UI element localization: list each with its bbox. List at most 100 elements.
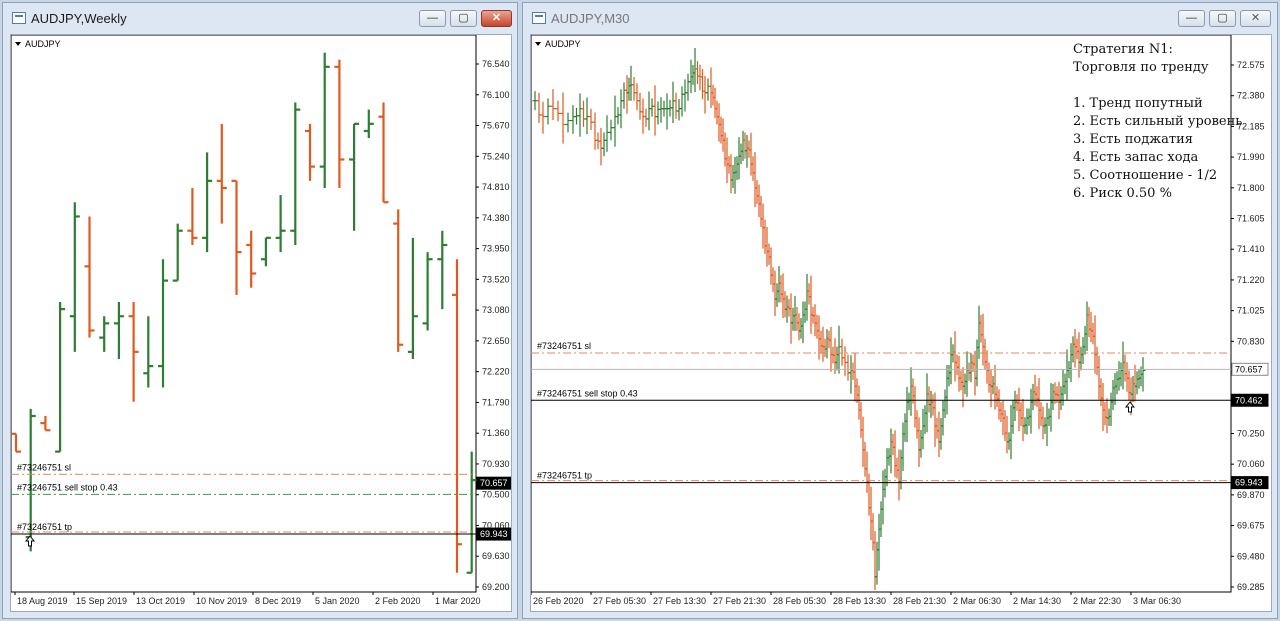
chart-area[interactable]: AUDJPY 76.540 76.100 75.670 75.240 74.810 74.3… bbox=[10, 34, 512, 612]
ohlc-bar bbox=[143, 316, 154, 388]
y-tick-label: 72.220 bbox=[482, 367, 510, 377]
y-tick-label: 70.500 bbox=[482, 490, 510, 500]
ohlc-bar bbox=[658, 97, 664, 123]
restore-button[interactable]: ▢ bbox=[450, 10, 477, 27]
x-tick-label: 27 Feb 21:30 bbox=[713, 596, 766, 606]
chart-window-icon bbox=[532, 12, 546, 24]
y-tick-label: 70.060 bbox=[1237, 459, 1265, 469]
y-tick-label: 69.200 bbox=[482, 582, 510, 592]
x-tick-label: 2 Mar 14:30 bbox=[1013, 596, 1061, 606]
ohlc-bar bbox=[652, 85, 658, 136]
x-tick-label: 28 Feb 21:30 bbox=[893, 596, 946, 606]
window-title: AUDJPY,Weekly bbox=[31, 11, 127, 26]
ohlc-bar bbox=[536, 92, 542, 123]
ohlc-bar bbox=[685, 73, 691, 101]
ohlc-bar bbox=[555, 100, 561, 122]
ohlc-bar bbox=[407, 237, 418, 359]
m30-chart-window[interactable]: AUDJPY,M30 — ▢ ✕ AUDJPY 72.575 72.380 72.18… bbox=[522, 2, 1278, 619]
window-title: AUDJPY,M30 bbox=[551, 11, 630, 26]
strategy-note-line: 5. Соотношение - 1/2 bbox=[1073, 168, 1218, 183]
chart-symbol-label: AUDJPY bbox=[545, 39, 581, 49]
x-tick-label: 26 Feb 2020 bbox=[533, 596, 584, 606]
ohlc-bar bbox=[334, 59, 345, 188]
window-titlebar[interactable]: AUDJPY,Weekly — ▢ ✕ bbox=[3, 3, 517, 33]
price-tag-label: 69.943 bbox=[1235, 478, 1263, 488]
close-button[interactable]: ✕ bbox=[481, 10, 512, 27]
window-titlebar[interactable]: AUDJPY,M30 — ▢ ✕ bbox=[523, 3, 1277, 33]
ohlc-bar bbox=[545, 98, 551, 125]
strategy-note-line: 4. Есть запас хода bbox=[1073, 150, 1199, 165]
y-tick-label: 70.930 bbox=[482, 459, 510, 469]
y-tick-label: 70.250 bbox=[1237, 428, 1265, 438]
ohlc-bar bbox=[40, 415, 51, 432]
ohlc-bar bbox=[55, 301, 66, 453]
x-tick-label: 18 Aug 2019 bbox=[17, 596, 68, 606]
y-tick-label: 73.520 bbox=[482, 274, 510, 284]
chart-window-icon bbox=[12, 12, 26, 24]
close-button[interactable]: ✕ bbox=[1240, 10, 1271, 27]
ohlc-bar bbox=[422, 252, 433, 331]
ohlc-bar bbox=[113, 301, 124, 359]
y-tick-label: 73.080 bbox=[482, 305, 510, 315]
ohlc-bar bbox=[319, 52, 330, 188]
y-tick-label: 71.220 bbox=[1237, 275, 1265, 285]
ohlc-bar bbox=[634, 83, 640, 111]
x-tick-label: 27 Feb 13:30 bbox=[653, 596, 706, 606]
y-tick-label: 71.360 bbox=[482, 428, 510, 438]
y-tick-label: 76.100 bbox=[482, 90, 510, 100]
ohlc-bar bbox=[84, 216, 95, 338]
y-tick-label: 75.240 bbox=[482, 151, 510, 161]
ohlc-bar bbox=[679, 86, 685, 117]
ohlc-bar bbox=[615, 107, 621, 125]
x-tick-label: 1 Mar 2020 bbox=[435, 596, 481, 606]
strategy-note-line: 1. Тренд попутный bbox=[1073, 96, 1203, 111]
ohlc-bar bbox=[673, 92, 679, 119]
ohlc-bar bbox=[598, 127, 604, 166]
ohlc-bar bbox=[202, 152, 213, 253]
minimize-button[interactable]: — bbox=[419, 10, 446, 27]
dropdown-triangle-icon bbox=[535, 42, 541, 46]
y-tick-label: 74.810 bbox=[482, 182, 510, 192]
x-tick-label: 27 Feb 05:30 bbox=[593, 596, 646, 606]
price-tag-label: 70.462 bbox=[1235, 395, 1263, 405]
x-tick-label: 2 Mar 22:30 bbox=[1073, 596, 1121, 606]
price-tag-label: 69.943 bbox=[480, 529, 508, 539]
ohlc-bar bbox=[581, 100, 586, 127]
chart-area[interactable]: AUDJPY 72.575 72.380 72.185 71.990 71.800 71.6… bbox=[530, 34, 1272, 612]
x-tick-label: 5 Jan 2020 bbox=[315, 596, 360, 606]
ohlc-bar bbox=[845, 354, 851, 381]
plot-frame bbox=[11, 35, 477, 593]
ohlc-bar bbox=[172, 223, 183, 282]
y-tick-label: 69.870 bbox=[1237, 490, 1265, 500]
ohlc-bar bbox=[655, 101, 661, 125]
ohlc-bar bbox=[231, 179, 242, 295]
x-tick-label: 10 Nov 2019 bbox=[196, 596, 247, 606]
strategy-note-line: 2. Есть сильный уровень bbox=[1073, 114, 1243, 129]
ohlc-bar bbox=[466, 451, 477, 574]
order-level-label: #73246751 tp bbox=[17, 522, 72, 532]
weekly-ohlc-chart[interactable]: AUDJPY 76.540 76.100 75.670 75.240 74.810 74.3… bbox=[11, 35, 511, 611]
y-tick-label: 70.830 bbox=[1237, 336, 1265, 346]
ohlc-bar bbox=[601, 132, 607, 157]
minimize-button[interactable]: — bbox=[1178, 10, 1205, 27]
ohlc-bar bbox=[695, 61, 700, 85]
restore-button[interactable]: ▢ bbox=[1209, 10, 1236, 27]
y-tick-label: 71.025 bbox=[1237, 306, 1265, 316]
price-tag-label: 70.657 bbox=[480, 478, 508, 488]
ohlc-bar bbox=[540, 101, 546, 134]
y-tick-label: 74.380 bbox=[482, 213, 510, 223]
strategy-note-line bbox=[1073, 77, 1242, 95]
ohlc-bar bbox=[646, 91, 652, 131]
y-tick-label: 73.950 bbox=[482, 244, 510, 254]
order-level-label: #73246751 sl bbox=[537, 341, 591, 351]
ohlc-bar bbox=[670, 81, 676, 124]
y-tick-label: 71.605 bbox=[1237, 214, 1265, 224]
ohlc-bar bbox=[128, 301, 139, 402]
ohlc-bar bbox=[216, 123, 227, 224]
order-arrow-icon bbox=[1124, 401, 1136, 413]
order-level-label: #73246751 tp bbox=[537, 471, 592, 481]
ohlc-bar bbox=[305, 123, 315, 181]
ohlc-bar bbox=[577, 93, 583, 137]
strategy-note-line: Стратегия N1: bbox=[1073, 42, 1173, 57]
weekly-chart-window[interactable]: AUDJPY,Weekly — ▢ ✕ AUDJPY 76.540 76.100 75… bbox=[2, 2, 518, 619]
